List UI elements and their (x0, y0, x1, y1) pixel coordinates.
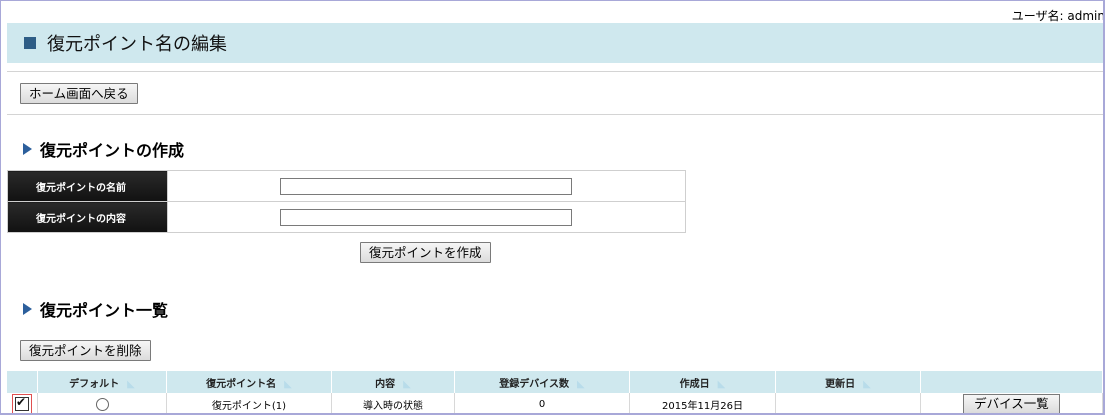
page-frame: ユーザ名: admin 復元ポイント名の編集 ホーム画面へ戻る 復元ポイントの作… (0, 0, 1105, 415)
col-label: 登録デバイス数 (499, 378, 569, 390)
divider (7, 114, 1103, 115)
row-checkbox-frame (12, 394, 32, 413)
col-label: デフォルト (69, 378, 120, 390)
name-input[interactable] (280, 177, 572, 195)
row-created: 2015年11月26日 (629, 393, 776, 413)
row-action-cell: デバイス一覧 (920, 393, 1103, 413)
name-cell (167, 170, 686, 202)
header-square-icon (24, 37, 36, 49)
row-content: 導入時の状態 (331, 393, 455, 413)
divider (7, 71, 1103, 72)
sort-icon[interactable]: ◣ (863, 379, 871, 390)
delete-button[interactable]: 復元ポイントを削除 (20, 340, 151, 361)
col-content[interactable]: 内容 ◣ (331, 371, 455, 393)
table-row: 復元ポイント(1) 導入時の状態 0 2015年11月26日 デバイス一覧 (7, 393, 1103, 413)
content-label: 復元ポイントの内容 (7, 201, 168, 233)
section-title-text: 復元ポイント一覧 (40, 301, 169, 320)
user-name: ユーザ名: admin (1011, 9, 1105, 23)
col-label: 復元ポイント名 (206, 378, 277, 390)
page-header: 復元ポイント名の編集 (7, 23, 1103, 63)
section-title-text: 復元ポイントの作成 (40, 141, 185, 160)
restore-point-table: デフォルト ◣ 復元ポイント名 ◣ 内容 ◣ 登録デバイス数 ◣ 作成日 ◣ 更新日 ◣ (7, 371, 1103, 413)
form-row-content: 復元ポイントの内容 (7, 201, 686, 233)
triangle-right-icon (23, 143, 32, 155)
list-section-title: 復元ポイント一覧 (23, 297, 168, 321)
row-device-count: 0 (454, 393, 630, 413)
sort-icon[interactable]: ◣ (718, 379, 726, 390)
table-header-row: デフォルト ◣ 復元ポイント名 ◣ 内容 ◣ 登録デバイス数 ◣ 作成日 ◣ 更新日 ◣ (7, 371, 1103, 393)
create-button[interactable]: 復元ポイントを作成 (360, 242, 491, 263)
content-cell (167, 201, 686, 233)
col-label: 内容 (375, 378, 396, 390)
col-device-count[interactable]: 登録デバイス数 ◣ (454, 371, 630, 393)
page-title: 復元ポイント名の編集 (47, 34, 227, 55)
col-updated[interactable]: 更新日 ◣ (775, 371, 921, 393)
create-form: 復元ポイントの名前 復元ポイントの内容 (7, 170, 686, 233)
default-radio[interactable] (95, 397, 109, 411)
col-action (920, 371, 1103, 393)
row-name: 復元ポイント(1) (166, 393, 332, 413)
row-default-cell (37, 393, 167, 413)
triangle-right-icon (23, 303, 32, 315)
col-default[interactable]: デフォルト ◣ (37, 371, 167, 393)
col-label: 作成日 (679, 378, 710, 390)
row-select-cell (7, 393, 38, 413)
col-label: 更新日 (825, 378, 856, 390)
col-select (7, 371, 38, 393)
row-updated (775, 393, 921, 413)
name-label: 復元ポイントの名前 (7, 170, 168, 202)
sort-icon[interactable]: ◣ (284, 379, 292, 390)
form-row-name: 復元ポイントの名前 (7, 170, 686, 202)
col-created[interactable]: 作成日 ◣ (629, 371, 776, 393)
device-list-button[interactable]: デバイス一覧 (963, 394, 1060, 413)
sort-icon[interactable]: ◣ (577, 379, 585, 390)
create-section-title: 復元ポイントの作成 (23, 137, 184, 161)
home-button[interactable]: ホーム画面へ戻る (20, 83, 138, 104)
content-input[interactable] (280, 208, 572, 226)
col-name[interactable]: 復元ポイント名 ◣ (166, 371, 332, 393)
sort-icon[interactable]: ◣ (127, 379, 135, 390)
sort-icon[interactable]: ◣ (403, 379, 411, 390)
row-checkbox[interactable] (15, 395, 29, 411)
